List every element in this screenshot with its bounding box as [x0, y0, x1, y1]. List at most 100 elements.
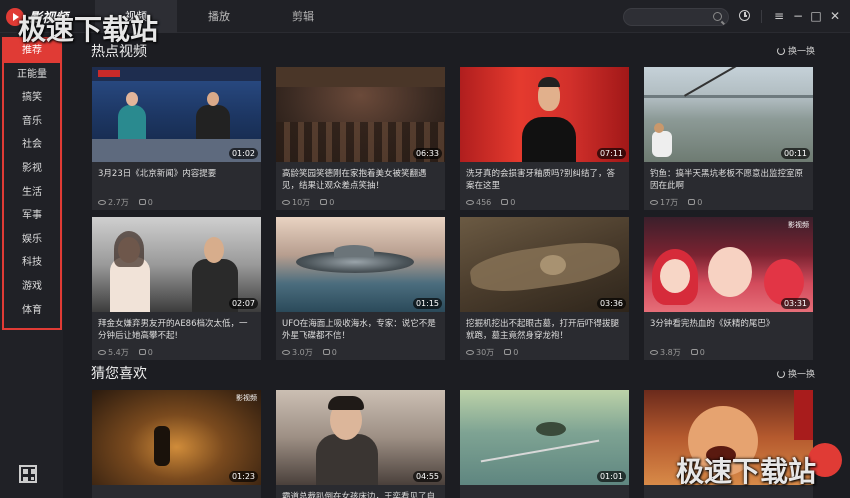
duration-badge: 04:55	[412, 471, 442, 482]
tab-edit[interactable]: 剪辑	[262, 0, 344, 33]
refresh-label: 换一换	[787, 47, 815, 57]
video-title[interactable]: 高龄笑园笑德刚在家抱着美女被笑翻遇见，结果让观众差点笑抽！	[276, 162, 445, 194]
video-title[interactable]	[460, 485, 629, 498]
video-title[interactable]: 挖掘机挖出不起眼古墓，打开后吓得拔腿就跑，墓主竟然身穿龙袍！	[460, 312, 629, 344]
comment-count: 0	[513, 347, 519, 357]
category-positive[interactable]: 正能量	[4, 63, 60, 87]
floating-action-button[interactable]	[808, 443, 842, 477]
category-life[interactable]: 生活	[4, 181, 60, 205]
tab-video[interactable]: 视频	[95, 0, 177, 33]
video-card[interactable]: 04:55 霸道总裁趴倒在女孩床边，王奕看见了自己	[276, 390, 445, 498]
video-title[interactable]: UFO在海面上吸收海水，专家：说它不是外星飞碟都不信！	[276, 312, 445, 344]
app-name: 影视频	[29, 11, 69, 26]
video-title[interactable]	[644, 485, 813, 498]
comment-count: 0	[510, 197, 516, 207]
video-meta: 3.0万 0	[276, 344, 445, 360]
video-meta: 3.8万 0	[644, 344, 813, 360]
video-meta: 2.7万 0	[92, 194, 261, 210]
video-thumbnail[interactable]: 07:11	[460, 67, 629, 162]
minimize-button[interactable]: −	[791, 9, 805, 23]
video-thumbnail[interactable]: 01:15	[276, 217, 445, 312]
qr-code-icon[interactable]	[19, 465, 37, 483]
video-thumbnail[interactable]: 03:36	[460, 217, 629, 312]
video-card[interactable]: 01:02 3月23日《北京新闻》内容提要 2.7万 0	[92, 67, 261, 210]
views-icon	[282, 349, 290, 355]
app-logo[interactable]: 影视频	[6, 7, 68, 26]
video-card[interactable]	[644, 390, 813, 498]
duration-badge: 07:11	[596, 148, 626, 159]
maximize-icon: □	[810, 9, 822, 23]
refresh-guess-button[interactable]: 换一换	[776, 367, 815, 380]
video-card[interactable]: 01:01	[460, 390, 629, 498]
view-count: 17万	[660, 197, 679, 207]
video-card[interactable]: 02:07 拜金女嫌弃男友开的AE86档次太低，一分钟后让她高攀不起! 5.4万…	[92, 217, 261, 360]
search-icon[interactable]	[713, 12, 722, 21]
section-title-hot: 热点视频	[91, 44, 147, 60]
video-title[interactable]: 3分钟看完热血的《妖精的尾巴》	[644, 312, 813, 344]
duration-badge: 00:11	[780, 148, 810, 159]
maximize-button[interactable]: □	[809, 9, 823, 23]
refresh-label: 换一换	[787, 370, 815, 380]
play-logo-icon	[6, 7, 24, 26]
comment-icon	[138, 199, 146, 205]
clock-icon	[739, 10, 750, 21]
view-count: 3.8万	[660, 347, 681, 357]
video-thumbnail[interactable]: 01:02	[92, 67, 261, 162]
view-count: 456	[476, 197, 492, 207]
menu-button[interactable]: ≡	[772, 9, 786, 23]
category-funny[interactable]: 搞笑	[4, 86, 60, 110]
video-title[interactable]: 洗牙真的会损害牙釉质吗?别纠结了，答案在这里	[460, 162, 629, 194]
search-input[interactable]	[624, 13, 708, 30]
video-thumbnail[interactable]: 影视频 03:31	[644, 217, 813, 312]
duration-badge: 06:33	[412, 148, 442, 159]
comment-count: 0	[147, 347, 153, 357]
video-thumbnail[interactable]: 影视频 01:23	[92, 390, 261, 485]
category-tech[interactable]: 科技	[4, 251, 60, 275]
video-card[interactable]: 03:36 挖掘机挖出不起眼古墓，打开后吓得拔腿就跑，墓主竟然身穿龙袍！ 30万…	[460, 217, 629, 360]
video-meta: 17万 0	[644, 194, 813, 210]
comment-icon	[322, 349, 330, 355]
views-icon	[466, 199, 474, 205]
duration-badge: 01:01	[596, 471, 626, 482]
history-button[interactable]	[738, 9, 752, 23]
comment-icon	[501, 199, 509, 205]
section-title-guess: 猜您喜欢	[91, 366, 147, 382]
category-sports[interactable]: 体育	[4, 299, 60, 323]
category-music[interactable]: 音乐	[4, 110, 60, 134]
video-title[interactable]: 3月23日《北京新闻》内容提要	[92, 162, 261, 194]
video-thumbnail[interactable]: 02:07	[92, 217, 261, 312]
views-icon	[98, 199, 106, 205]
video-title[interactable]: 拜金女嫌弃男友开的AE86档次太低，一分钟后让她高攀不起!	[92, 312, 261, 344]
menu-icon: ≡	[773, 9, 785, 23]
close-button[interactable]: ✕	[828, 9, 842, 23]
search-box	[623, 8, 729, 30]
category-games[interactable]: 游戏	[4, 275, 60, 299]
video-card[interactable]: 07:11 洗牙真的会损害牙釉质吗?别纠结了，答案在这里 456 0	[460, 67, 629, 210]
video-thumbnail[interactable]: 01:01	[460, 390, 629, 485]
category-society[interactable]: 社会	[4, 133, 60, 157]
duration-badge: 01:02	[228, 148, 258, 159]
refresh-hot-button[interactable]: 换一换	[776, 44, 815, 57]
video-thumbnail[interactable]	[644, 390, 813, 485]
category-list: 推荐 正能量 搞笑 音乐 社会 影视 生活 军事 娱乐 科技 游戏 体育	[2, 37, 62, 330]
category-film[interactable]: 影视	[4, 157, 60, 181]
comment-icon	[138, 349, 146, 355]
video-thumbnail[interactable]: 00:11	[644, 67, 813, 162]
video-card[interactable]: 01:15 UFO在海面上吸收海水，专家：说它不是外星飞碟都不信！ 3.0万 0	[276, 217, 445, 360]
video-thumbnail[interactable]: 06:33	[276, 67, 445, 162]
video-card[interactable]: 影视频 01:23	[92, 390, 261, 498]
minimize-icon: −	[792, 9, 804, 23]
comment-icon	[320, 199, 328, 205]
video-thumbnail[interactable]: 04:55	[276, 390, 445, 485]
video-title[interactable]	[92, 485, 261, 498]
video-card[interactable]: 影视频 03:31 3分钟看完热血的《妖精的尾巴》 3.8万 0	[644, 217, 813, 360]
video-card[interactable]: 06:33 高龄笑园笑德刚在家抱着美女被笑翻遇见，结果让观众差点笑抽！ 10万 0	[276, 67, 445, 210]
video-title[interactable]: 钓鱼：搞半天黑坑老板不愿意出监控室原因在此啊	[644, 162, 813, 194]
tab-play[interactable]: 播放	[178, 0, 260, 33]
channel-watermark: 影视频	[236, 394, 257, 402]
category-entertainment[interactable]: 娱乐	[4, 228, 60, 252]
category-recommend[interactable]: 推荐	[4, 39, 60, 63]
video-title[interactable]: 霸道总裁趴倒在女孩床边，王奕看见了自己	[276, 485, 445, 498]
category-military[interactable]: 军事	[4, 204, 60, 228]
video-card[interactable]: 00:11 钓鱼：搞半天黑坑老板不愿意出监控室原因在此啊 17万 0	[644, 67, 813, 210]
